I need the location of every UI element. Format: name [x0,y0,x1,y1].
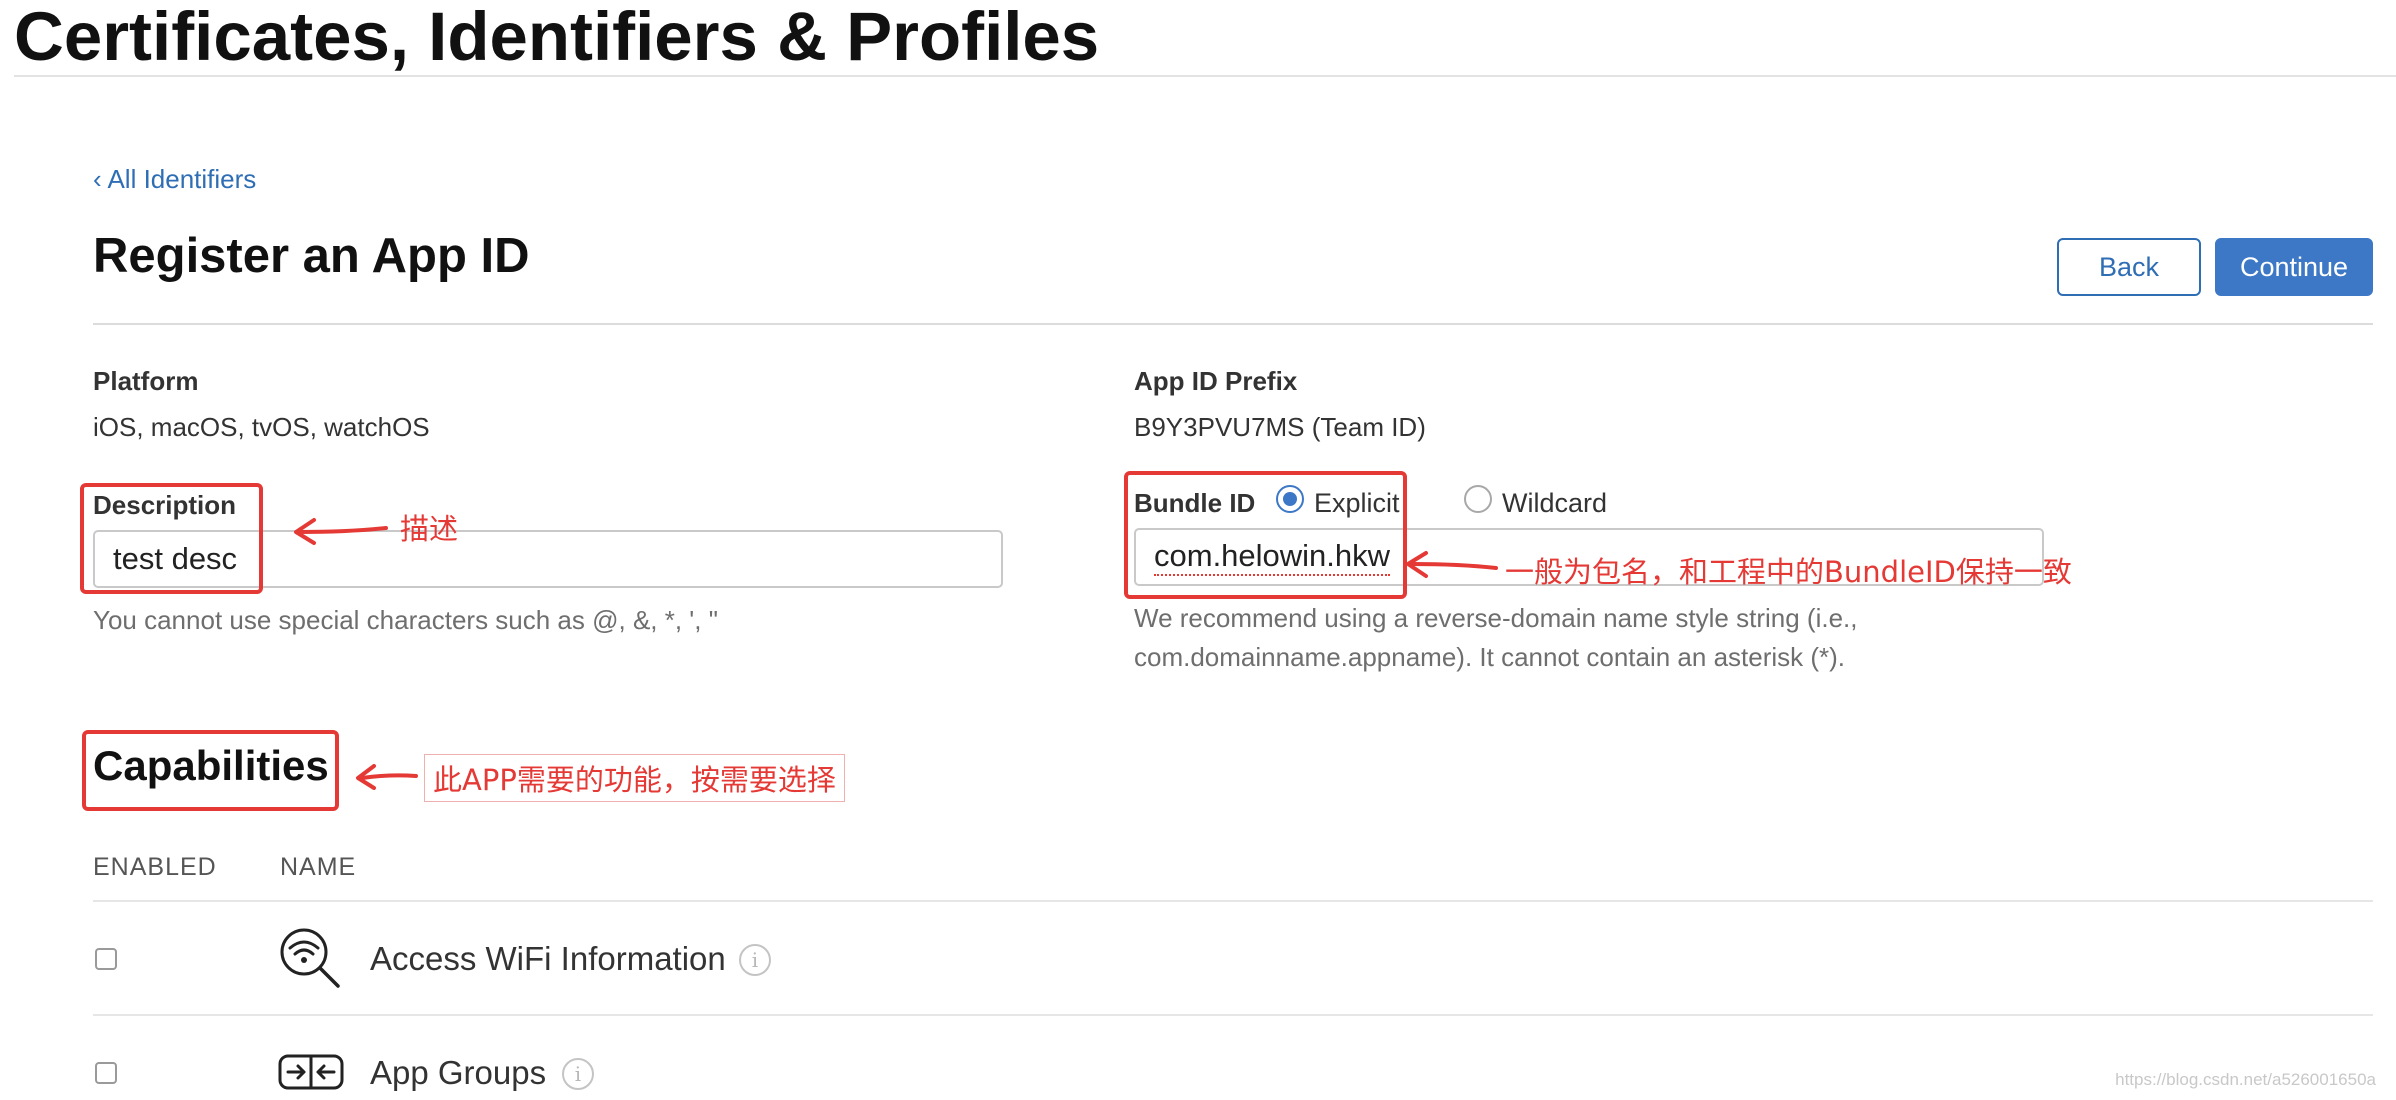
app-groups-checkbox[interactable] [95,1062,117,1084]
wildcard-label: Wildcard [1502,488,1608,518]
prefix-value: B9Y3PVU7MS (Team ID) [1134,412,1426,442]
info-icon[interactable]: i [739,944,771,976]
bundle-annotation-box [1124,471,1407,599]
description-hint: You cannot use special characters such a… [93,605,718,635]
capability-name: Access WiFi Information [370,940,726,977]
access-wifi-checkbox[interactable] [95,948,117,970]
title-divider [14,75,2396,77]
prefix-label: App ID Prefix [1134,366,1298,396]
bundle-id-hint-line2: com.domainname.appname). It cannot conta… [1134,642,1846,672]
section-title: Register an App ID [93,229,530,283]
continue-button[interactable]: Continue [2215,238,2373,296]
table-divider [93,900,2373,902]
name-column-header: NAME [280,853,357,881]
description-annotation: 描述 [400,512,459,546]
bundle-arrow-icon [1400,550,1500,580]
capabilities-annotation: 此APP需要的功能，按需要选择 [424,754,845,802]
platform-label: Platform [93,366,199,396]
description-arrow-icon [288,516,388,546]
description-annotation-box [80,483,263,594]
capabilities-annotation-box [82,730,339,811]
back-button[interactable]: Back [2057,238,2201,296]
wildcard-radio[interactable] [1464,485,1492,513]
capability-name: App Groups [370,1054,547,1091]
enabled-column-header: ENABLED [93,853,217,881]
watermark: https://blog.csdn.net/a526001650a [2115,1070,2376,1089]
info-icon[interactable]: i [562,1058,594,1090]
app-groups-icon [278,1052,344,1092]
all-identifiers-link[interactable]: ‹ All Identifiers [93,164,256,195]
wifi-search-icon [278,926,342,990]
bundle-annotation: 一般为包名，和工程中的BundleID保持一致 [1505,555,2072,589]
page-title: Certificates, Identifiers & Profiles [14,0,1100,75]
platform-value: iOS, macOS, tvOS, watchOS [93,412,430,442]
capabilities-arrow-icon [350,760,420,790]
header-divider [93,323,2373,325]
row-divider [93,1014,2373,1016]
bundle-id-hint-line1: We recommend using a reverse-domain name… [1134,603,1858,633]
